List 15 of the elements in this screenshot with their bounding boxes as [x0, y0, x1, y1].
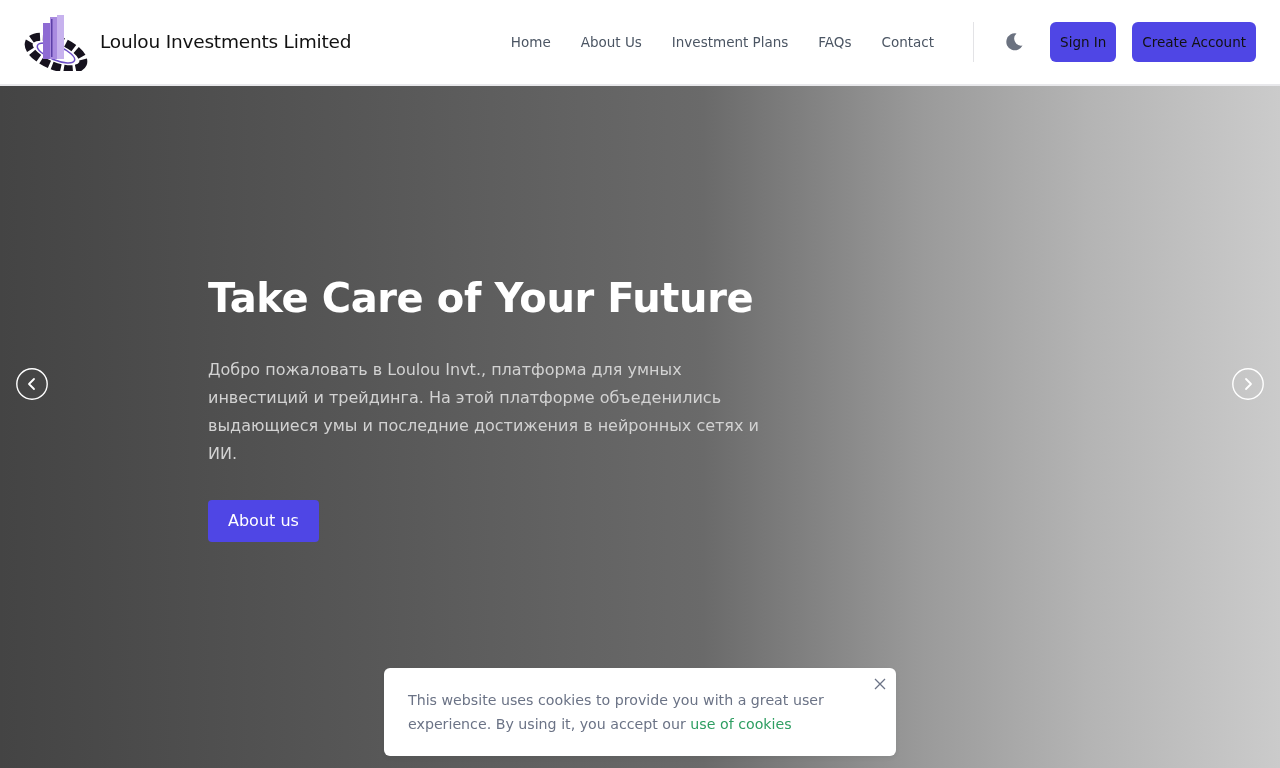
about-us-button[interactable]: About us [208, 500, 319, 542]
close-icon[interactable] [874, 678, 886, 690]
site-name[interactable]: Loulou Investments Limited [100, 28, 352, 56]
nav-link[interactable]: Contact [866, 23, 950, 61]
hero-title: Take Care of Your Future [208, 274, 755, 322]
hero-text: Добро пожаловать в Loulou Invt., платформа для умных инвестиций и трейдинга. На этой платформе объеденились выдающиеся умы и последние достижения в нейронных сетях и ИИ. [208, 359, 760, 465]
nav-link[interactable]: Home [495, 23, 566, 61]
brand-logo-icon[interactable] [24, 13, 88, 71]
nav-link[interactable]: FAQs [803, 23, 867, 61]
nav-link[interactable]: Investment Plans [656, 23, 804, 61]
cookie-policy-link[interactable]: use of cookies [690, 716, 792, 732]
cookie-notice-text: This website uses cookies to provide you with a great user experience. By using it, you accept our use of cookies [408, 691, 825, 734]
previous-slide-icon[interactable] [16, 368, 48, 400]
nav-link[interactable]: About Us [565, 23, 657, 61]
moon-icon[interactable] [1004, 32, 1025, 52]
